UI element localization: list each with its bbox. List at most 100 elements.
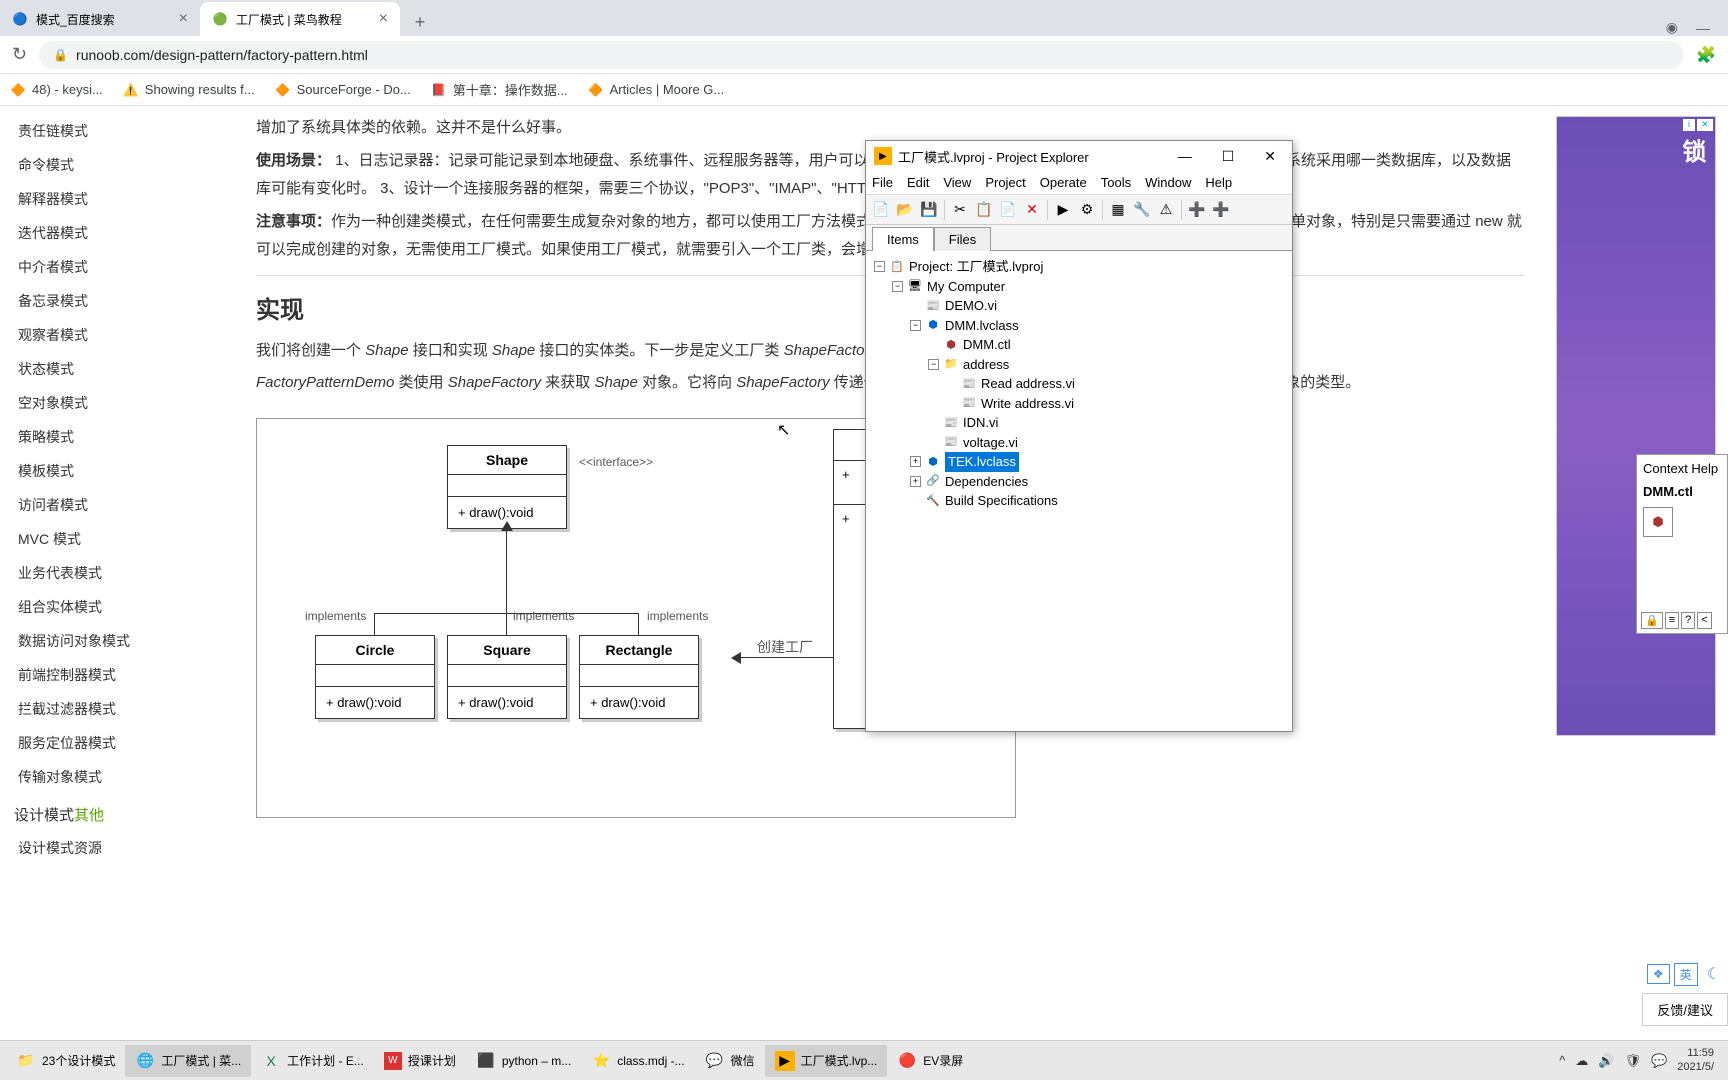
browser-tab-baidu[interactable]: 🔵 模式_百度搜索 ×	[0, 2, 200, 36]
question-help-icon[interactable]: ?	[1681, 612, 1695, 629]
detail-help-icon[interactable]: ≡	[1665, 612, 1679, 629]
tree-project-root[interactable]: − 📋 Project: 工厂模式.lvproj	[874, 257, 1284, 277]
tree-my-computer[interactable]: − 🖥 My Computer	[874, 277, 1284, 297]
tree-dependencies[interactable]: + 🔗 Dependencies	[874, 472, 1284, 492]
tree-idn-vi[interactable]: 📰 IDN.vi	[874, 413, 1284, 433]
extensions-icon[interactable]: 🧩	[1696, 45, 1716, 65]
collapse-icon[interactable]: −	[928, 359, 939, 370]
bookmark-showing-results[interactable]: ⚠️Showing results f...	[123, 82, 255, 98]
sidebar-item[interactable]: 访问者模式	[0, 488, 232, 522]
tree-voltage-vi[interactable]: 📰 voltage.vi	[874, 433, 1284, 453]
tree-tek-class[interactable]: + ⬢ TEK.lvclass	[874, 452, 1284, 472]
new-icon[interactable]: 📄	[870, 199, 892, 221]
sidebar-item[interactable]: 中介者模式	[0, 250, 232, 284]
sidebar-item[interactable]: 组合实体模式	[0, 590, 232, 624]
menu-file[interactable]: File	[872, 175, 893, 190]
menu-edit[interactable]: Edit	[907, 175, 929, 190]
sidebar-item[interactable]: 备忘录模式	[0, 284, 232, 318]
tab-files[interactable]: Files	[934, 227, 991, 251]
sidebar-item[interactable]: 责任链模式	[0, 114, 232, 148]
collapse-icon[interactable]: −	[874, 261, 885, 272]
menu-tools[interactable]: Tools	[1101, 175, 1131, 190]
filter-icon[interactable]: ▦	[1107, 199, 1129, 221]
ad-info-icon[interactable]: i	[1683, 119, 1695, 131]
reload-button[interactable]: ↻	[12, 44, 27, 65]
copy-icon[interactable]: 📋	[973, 199, 995, 221]
add-folder-icon[interactable]: ➕	[1210, 199, 1232, 221]
advertisement[interactable]: i ✕ 锁	[1556, 116, 1716, 736]
taskbar-item[interactable]: ⭐class.mdj -...	[581, 1045, 694, 1077]
sidebar-item[interactable]: 空对象模式	[0, 386, 232, 420]
taskbar-item[interactable]: ⬛python – m...	[466, 1045, 581, 1077]
sidebar-item[interactable]: 模板模式	[0, 454, 232, 488]
taskbar-item[interactable]: W授课计划	[374, 1045, 466, 1077]
taskbar-item[interactable]: 🌐工厂模式 | 菜...	[125, 1045, 251, 1077]
sidebar-item[interactable]: 前端控制器模式	[0, 658, 232, 692]
ime-indicator[interactable]: ❖ 英 ☾	[1647, 962, 1726, 986]
sidebar-item[interactable]: 服务定位器模式	[0, 726, 232, 760]
resolve-icon[interactable]: 🔧	[1131, 199, 1153, 221]
browser-tab-runoob[interactable]: 🟢 工厂模式 | 菜鸟教程 ×	[200, 2, 400, 36]
tree-read-address-vi[interactable]: 📰 Read address.vi	[874, 374, 1284, 394]
close-button[interactable]: ✕	[1256, 146, 1284, 167]
taskbar-item[interactable]: X工作计划 - E...	[251, 1045, 374, 1077]
menu-help[interactable]: Help	[1205, 175, 1232, 190]
menu-project[interactable]: Project	[985, 175, 1025, 190]
open-icon[interactable]: 📂	[894, 199, 916, 221]
labview-project-explorer-window[interactable]: ▶ 工厂模式.lvproj - Project Explorer — ☐ ✕ F…	[865, 140, 1293, 732]
warning-icon[interactable]: ⚠	[1155, 199, 1177, 221]
sidebar-item[interactable]: 命令模式	[0, 148, 232, 182]
delete-icon[interactable]: ✕	[1021, 199, 1043, 221]
properties-icon[interactable]: ⚙	[1076, 199, 1098, 221]
profile-icon[interactable]: ◉	[1666, 19, 1678, 36]
sidebar-item[interactable]: 状态模式	[0, 352, 232, 386]
url-input[interactable]: 🔒 runoob.com/design-pattern/factory-patt…	[39, 41, 1684, 69]
sidebar-item[interactable]: 策略模式	[0, 420, 232, 454]
sidebar-item[interactable]: MVC 模式	[0, 522, 232, 556]
context-help-window[interactable]: Context Help DMM.ctl ⬢ 🔒 ≡ ? <	[1636, 454, 1728, 634]
taskbar-clock[interactable]: 11:59 2021/5/	[1677, 1047, 1714, 1073]
sidebar-item[interactable]: 迭代器模式	[0, 216, 232, 250]
tray-overflow-icon[interactable]: ^	[1559, 1053, 1565, 1068]
close-icon[interactable]: ×	[179, 10, 188, 28]
minimize-window-icon[interactable]: —	[1696, 20, 1710, 36]
lock-help-icon[interactable]: 🔒	[1641, 612, 1663, 629]
collapse-icon[interactable]: −	[892, 281, 903, 292]
sidebar-item[interactable]: 拦截过滤器模式	[0, 692, 232, 726]
tray-notification-icon[interactable]: 💬	[1651, 1053, 1667, 1069]
maximize-button[interactable]: ☐	[1214, 146, 1243, 167]
cut-icon[interactable]: ✂	[949, 199, 971, 221]
taskbar-item[interactable]: 📁23个设计模式	[6, 1045, 125, 1077]
tab-items[interactable]: Items	[872, 227, 934, 251]
bookmark-articles-moore[interactable]: 🔶Articles | Moore G...	[588, 82, 725, 98]
add-icon[interactable]: ➕	[1186, 199, 1208, 221]
collapse-icon[interactable]: −	[910, 320, 921, 331]
taskbar-item[interactable]: 🔴EV录屏	[887, 1045, 973, 1077]
tree-demo-vi[interactable]: 📰 DEMO.vi	[874, 296, 1284, 316]
taskbar-item[interactable]: ▶工厂模式.lvp...	[765, 1045, 888, 1077]
bookmark-keysi[interactable]: 🔶48) - keysi...	[10, 82, 103, 98]
bookmark-sourceforge[interactable]: 🔶SourceForge - Do...	[275, 82, 411, 98]
sidebar-item[interactable]: 解释器模式	[0, 182, 232, 216]
menu-window[interactable]: Window	[1145, 175, 1191, 190]
taskbar-item[interactable]: 💬微信	[695, 1045, 765, 1077]
tree-build-specs[interactable]: 🔨 Build Specifications	[874, 491, 1284, 511]
run-icon[interactable]: ▶	[1052, 199, 1074, 221]
tray-volume-icon[interactable]: 🔊	[1598, 1053, 1614, 1069]
window-titlebar[interactable]: ▶ 工厂模式.lvproj - Project Explorer — ☐ ✕	[866, 141, 1292, 171]
feedback-button[interactable]: 反馈/建议	[1642, 993, 1728, 1026]
expand-icon[interactable]: +	[910, 476, 921, 487]
tree-dmm-class[interactable]: − ⬢ DMM.lvclass	[874, 316, 1284, 336]
tree-dmm-ctl[interactable]: ⬢ DMM.ctl	[874, 335, 1284, 355]
expand-icon[interactable]: +	[910, 456, 921, 467]
new-tab-button[interactable]: +	[406, 8, 434, 36]
menu-view[interactable]: View	[943, 175, 971, 190]
save-icon[interactable]: 💾	[918, 199, 940, 221]
sidebar-item[interactable]: 传输对象模式	[0, 760, 232, 794]
chevron-left-icon[interactable]: <	[1697, 612, 1711, 629]
tree-address-folder[interactable]: − 📁 address	[874, 355, 1284, 375]
tree-write-address-vi[interactable]: 📰 Write address.vi	[874, 394, 1284, 414]
paste-icon[interactable]: 📄	[997, 199, 1019, 221]
tray-security-icon[interactable]: 🛡	[1625, 1053, 1642, 1069]
menu-operate[interactable]: Operate	[1040, 175, 1087, 190]
